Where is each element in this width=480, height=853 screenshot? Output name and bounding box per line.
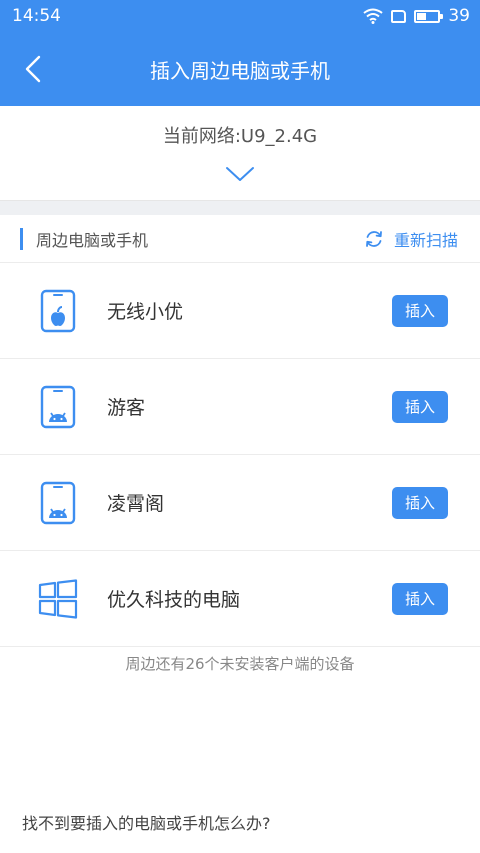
current-network-label: 当前网络:U9_2.4G	[162, 126, 318, 147]
section-title: 周边电脑或手机	[20, 227, 148, 251]
insert-button[interactable]: 插入	[392, 486, 448, 519]
refresh-icon	[366, 230, 382, 247]
section-title-text: 周边电脑或手机	[36, 230, 149, 250]
device-row[interactable]: 优久科技的电脑 插入	[0, 551, 480, 647]
back-button[interactable]	[14, 50, 52, 88]
device-row[interactable]: 凌霄阁 插入	[0, 455, 480, 551]
apple-tablet-icon	[36, 289, 80, 333]
chevron-down-icon[interactable]	[225, 166, 255, 182]
android-tablet-icon	[36, 385, 80, 429]
wifi-icon	[363, 8, 383, 24]
battery-icon	[414, 9, 444, 23]
windows-icon	[36, 577, 80, 621]
device-name: 游客	[107, 397, 146, 419]
rescan-button[interactable]: 重新扫描	[364, 227, 458, 251]
status-icons: 39	[363, 6, 470, 26]
network-panel[interactable]: 当前网络:U9_2.4G	[0, 106, 480, 200]
device-row[interactable]: 无线小优 插入	[0, 263, 480, 359]
status-time: 14:54	[12, 6, 61, 26]
android-tablet-icon	[36, 481, 80, 525]
section-divider	[0, 200, 480, 215]
rescan-label: 重新扫描	[393, 230, 458, 250]
sim-icon	[391, 9, 407, 23]
section-accent-bar	[20, 227, 23, 250]
device-name: 无线小优	[107, 301, 184, 323]
status-bar: 14:54 39	[0, 0, 480, 32]
battery-level	[417, 12, 426, 20]
insert-button[interactable]: 插入	[392, 294, 448, 327]
app-header: 插入周边电脑或手机	[0, 32, 480, 106]
section-header: 周边电脑或手机 重新扫描	[0, 215, 480, 263]
device-name: 凌霄阁	[107, 493, 165, 515]
help-link[interactable]: 找不到要插入的电脑或手机怎么办?	[22, 810, 271, 834]
device-list: 无线小优 插入 游客 插入 凌霄阁 插入 优久科技的电脑 插入	[0, 263, 480, 647]
device-name: 优久科技的电脑	[107, 589, 241, 611]
chevron-left-icon	[25, 55, 41, 83]
insert-button[interactable]: 插入	[392, 390, 448, 423]
page-title: 插入周边电脑或手机	[150, 58, 330, 83]
uninstalled-devices-note: 周边还有26个未安装客户端的设备	[125, 655, 355, 673]
insert-button[interactable]: 插入	[392, 582, 448, 615]
device-row[interactable]: 游客 插入	[0, 359, 480, 455]
battery-percent: 39	[448, 6, 470, 26]
